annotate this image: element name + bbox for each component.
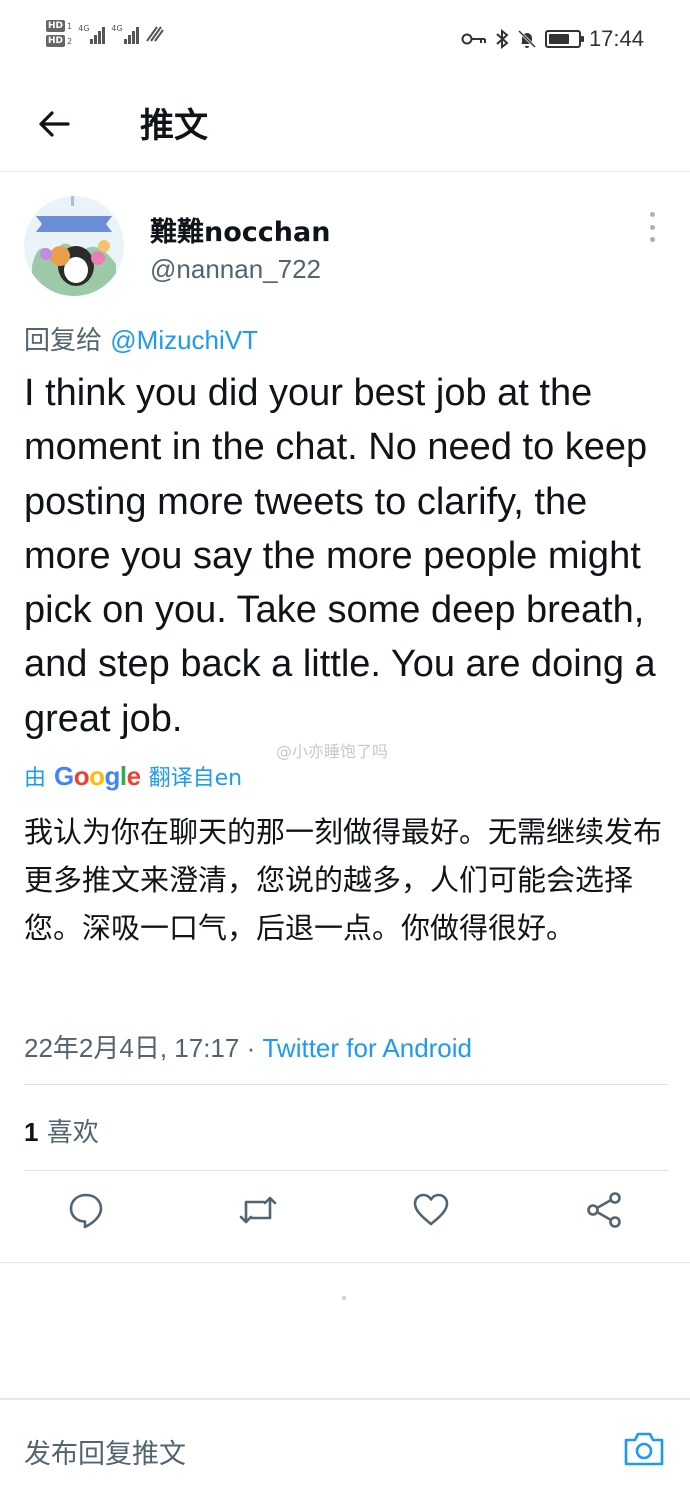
camera-icon[interactable] — [622, 1428, 666, 1468]
avatar[interactable] — [24, 196, 124, 296]
divider — [24, 1084, 668, 1085]
hd-indicators: HD 1 HD 2 — [46, 20, 72, 47]
translate-from-label: 翻译自en — [148, 766, 243, 791]
share-icon[interactable] — [584, 1190, 624, 1230]
reply-to-label: 回复给 — [24, 326, 111, 356]
arrow-left-icon[interactable] — [32, 102, 76, 146]
status-bar: HD 1 HD 2 4G 4G 17:44 — [0, 0, 690, 80]
watermark: @小亦睡饱了吗 — [276, 742, 389, 761]
retweet-icon[interactable] — [238, 1190, 278, 1230]
page-title: 推文 — [140, 106, 208, 146]
translation-attribution[interactable]: 由 Google 翻译自en — [24, 760, 242, 792]
reply-mention-link[interactable]: @MizuchiVT — [110, 325, 258, 355]
divider — [0, 1262, 690, 1263]
divider — [24, 1170, 668, 1171]
status-left: HD 1 HD 2 4G 4G — [46, 20, 165, 47]
clock: 17:44 — [588, 26, 644, 51]
status-right: 17:44 — [461, 26, 644, 52]
like-count-number: 1 — [24, 1117, 39, 1147]
source-link[interactable]: Twitter for Android — [262, 1033, 472, 1063]
translated-text: 我认为你在聊天的那一刻做得最好。无需继续发布更多推文来澄清，您说的越多，人们可能… — [24, 815, 663, 945]
signal-icon: 4G — [111, 23, 139, 44]
tweet-actions — [0, 1190, 690, 1246]
top-bar: 推文 — [0, 80, 690, 172]
google-logo: Google — [54, 760, 141, 791]
network-type: 4G — [78, 23, 90, 33]
tweet-text: I think you did your best job at the mom… — [24, 372, 656, 740]
hd-indicator-1: HD 1 — [46, 20, 72, 32]
network-type: 4G — [111, 23, 123, 33]
hd-number: 1 — [67, 21, 73, 31]
likes-count[interactable]: 1 喜欢 — [24, 1112, 99, 1149]
like-count-label: 喜欢 — [38, 1118, 99, 1148]
comment-icon[interactable] — [66, 1190, 106, 1230]
tweet-timestamp: 22年2月4日, 17:17 · Twitter for Android — [24, 1028, 472, 1065]
heart-icon[interactable] — [411, 1190, 451, 1230]
more-options-icon[interactable] — [638, 212, 666, 242]
hd-badge: HD — [46, 20, 66, 32]
reply-to-line: 回复给 @MizuchiVT — [24, 320, 258, 357]
no-signal-icon — [145, 25, 164, 42]
timestamp-text: 22年2月4日, 17:17 · — [24, 1033, 263, 1063]
user-handle[interactable]: @nannan_722 — [150, 254, 321, 285]
reply-composer-bar[interactable]: 发布回复推文 — [0, 1398, 690, 1495]
hd-badge: HD — [46, 35, 66, 47]
key-icon — [461, 33, 486, 45]
hd-number: 2 — [67, 36, 73, 46]
loading-dot — [342, 1296, 346, 1300]
hd-indicator-2: HD 2 — [46, 35, 72, 47]
mute-bell-icon — [517, 29, 536, 49]
bluetooth-icon — [496, 29, 509, 49]
translate-by-label: 由 — [24, 766, 47, 791]
battery-icon — [544, 30, 584, 48]
reply-input[interactable]: 发布回复推文 — [24, 1432, 186, 1471]
signal-icon: 4G — [78, 23, 106, 44]
display-name[interactable]: 難難nocchan — [150, 210, 330, 249]
